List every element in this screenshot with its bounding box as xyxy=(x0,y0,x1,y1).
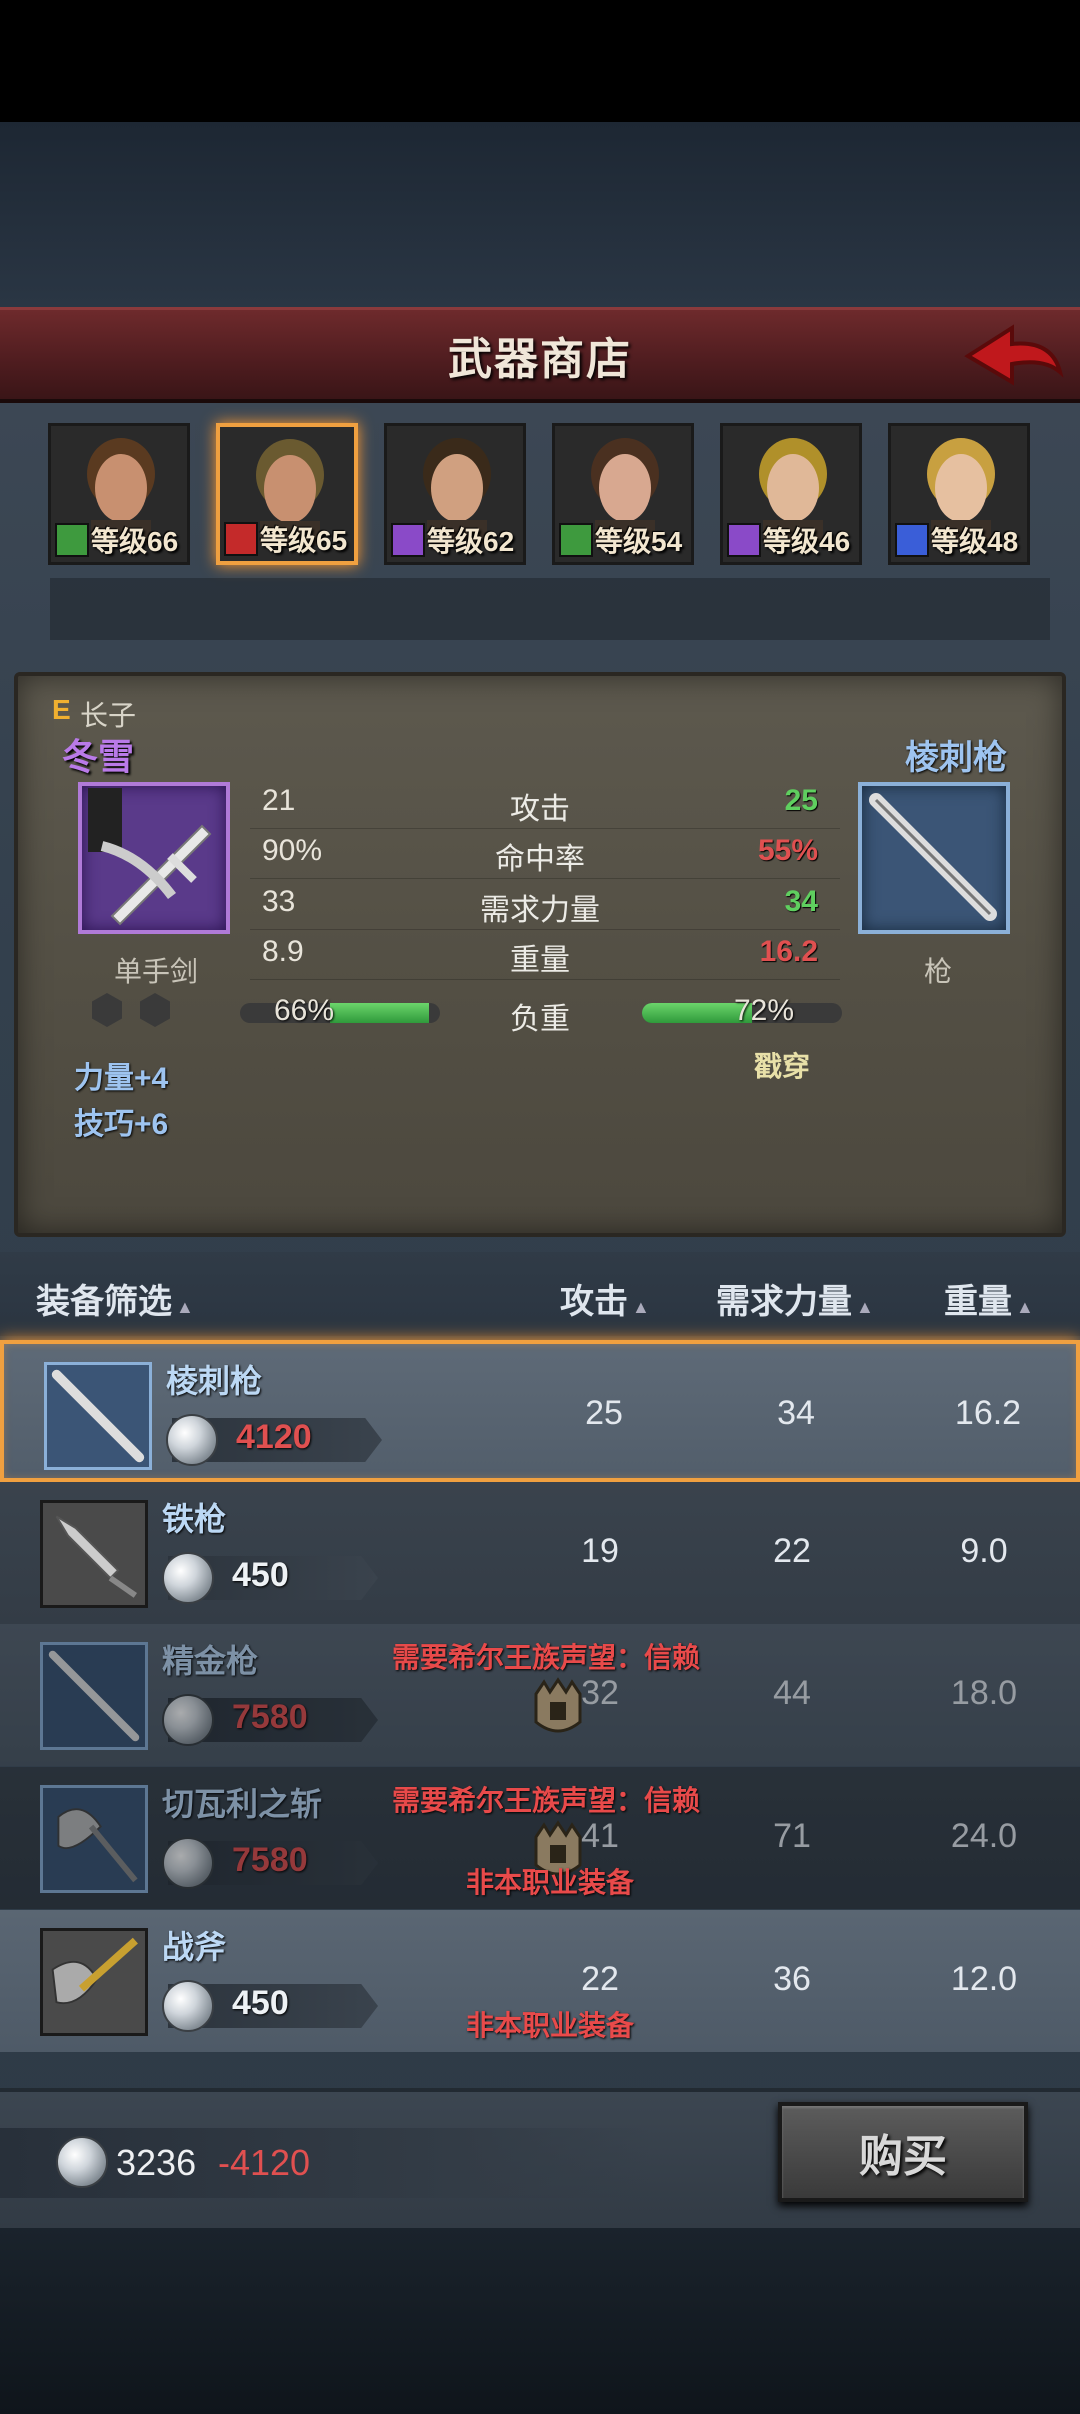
title-bar: 武器商店 xyxy=(0,307,1080,403)
horse-icon xyxy=(224,522,258,556)
weight-sort[interactable]: 重量 ▲ xyxy=(944,1274,1034,1323)
class-warning: 非本职业装备 xyxy=(466,1867,635,1898)
new-stat-value: 55% xyxy=(757,834,818,867)
silver-coin-icon xyxy=(162,1980,214,2032)
gold-amount: 3236 xyxy=(116,2142,197,2183)
party-portraits: 等级66 等级65 等级62 等级54 等级46 等级48 xyxy=(48,423,1038,568)
sword-icon xyxy=(895,523,929,557)
requirement-text: 需要希尔王族声望：信赖 xyxy=(392,1785,701,1816)
shop-item-row[interactable]: 精金枪 7580 32 44 18.0 需要希尔王族声望：信赖 xyxy=(0,1624,1080,1766)
party-member-2[interactable]: 等级65 xyxy=(216,423,358,565)
shop-item-row[interactable]: 棱刺枪 4120 25 34 16.2 xyxy=(0,1340,1080,1482)
current-stat-value: 33 xyxy=(262,885,296,918)
item-name: 战斧 xyxy=(162,1929,227,1965)
stat-divider xyxy=(250,979,840,980)
new-stat-value: 34 xyxy=(784,885,818,918)
status-bar-area xyxy=(0,0,1080,122)
item-name: 铁枪 xyxy=(162,1501,227,1537)
stat-label: 命中率 xyxy=(495,843,585,876)
current-stat-value: 90% xyxy=(262,834,323,867)
background-top xyxy=(0,122,1080,307)
stat-divider xyxy=(250,828,840,829)
item-price: 4120 xyxy=(236,1418,312,1456)
current-stat-value: 8.9 xyxy=(262,935,304,968)
item-str-req: 36 xyxy=(773,1960,811,1998)
portrait-strip xyxy=(50,578,1050,640)
party-member-5[interactable]: 等级46 xyxy=(720,423,862,565)
new-weapon-type: 枪 xyxy=(923,956,952,987)
class-warning: 非本职业装备 xyxy=(466,2010,635,2041)
weapon-icon xyxy=(40,1500,148,1608)
staff-icon xyxy=(727,523,761,557)
silver-coin-icon xyxy=(166,1414,218,1466)
current-load-value: 66% xyxy=(274,994,335,1027)
current-weapon-slot[interactable] xyxy=(78,782,230,934)
sword-banner-icon xyxy=(88,788,212,926)
new-stat-value: 25 xyxy=(784,784,818,817)
spear-icon xyxy=(869,793,997,921)
item-attack: 25 xyxy=(585,1394,623,1432)
page-title: 武器商店 xyxy=(448,334,632,384)
rank-badge: E xyxy=(52,694,71,725)
gold-display: 3236 -4120 xyxy=(0,2128,650,2198)
str-req-sort[interactable]: 需求力量 ▲ xyxy=(716,1274,874,1323)
bonus-strength: 力量+4 xyxy=(74,1062,169,1095)
back-arrow-icon[interactable] xyxy=(960,318,1070,398)
lock-icon xyxy=(534,1677,582,1733)
current-weapon-type: 单手剑 xyxy=(113,956,198,987)
party-member-6[interactable]: 等级48 xyxy=(888,423,1030,565)
character-name: 冬雪 xyxy=(62,736,135,777)
bottom-area xyxy=(0,2228,1080,2414)
new-load-value: 72% xyxy=(734,994,795,1027)
bow-icon xyxy=(55,523,89,557)
attack-sort[interactable]: 攻击 ▲ xyxy=(560,1274,650,1323)
party-member-4[interactable]: 等级54 xyxy=(552,423,694,565)
item-weight: 12.0 xyxy=(950,1960,1018,1998)
stat-label: 需求力量 xyxy=(480,894,600,927)
item-name: 棱刺枪 xyxy=(166,1363,263,1399)
load-label: 负重 xyxy=(510,1003,570,1036)
stat-label: 重量 xyxy=(510,944,570,977)
stat-label: 攻击 xyxy=(510,793,570,826)
party-member-1[interactable]: 等级66 xyxy=(48,423,190,565)
stat-divider xyxy=(250,878,840,879)
level-text: 等级54 xyxy=(595,526,683,557)
item-attack: 19 xyxy=(581,1532,619,1570)
filter-sort[interactable]: 装备筛选 ▲ xyxy=(36,1274,194,1323)
weapon-icon xyxy=(40,1928,148,2036)
item-str-req: 22 xyxy=(773,1532,811,1570)
shop-item-row[interactable]: 切瓦利之斩 7580 41 71 24.0 需要希尔王族声望：信赖 非本职业装备 xyxy=(0,1767,1080,1909)
silver-coin-icon xyxy=(162,1552,214,1604)
damage-type: 戳穿 xyxy=(754,1051,811,1082)
weapon-icon xyxy=(44,1362,152,1470)
item-price: 450 xyxy=(232,1984,289,2022)
bow-icon xyxy=(559,523,593,557)
level-text: 等级46 xyxy=(763,526,851,557)
buy-button[interactable]: 购买 xyxy=(778,2102,1028,2202)
new-weapon-slot[interactable] xyxy=(858,782,1010,934)
new-stat-value: 16.2 xyxy=(759,935,818,968)
shop-item-row[interactable]: 铁枪 450 19 22 9.0 xyxy=(0,1482,1080,1624)
current-load-bar xyxy=(240,1003,440,1023)
stat-divider xyxy=(250,929,840,930)
item-weight: 16.2 xyxy=(954,1394,1022,1432)
silver-coin-icon xyxy=(56,2136,108,2188)
list-header: 装备筛选 ▲ 攻击 ▲ 需求力量 ▲ 重量 ▲ xyxy=(0,1252,1080,1336)
gold-cost: -4120 xyxy=(218,2142,311,2183)
shop-item-row[interactable]: 战斧 450 22 36 12.0 非本职业装备 xyxy=(0,1910,1080,2052)
level-text: 等级62 xyxy=(427,526,515,557)
item-price: 450 xyxy=(232,1556,289,1594)
bonus-skill: 技巧+6 xyxy=(74,1108,169,1141)
current-stat-value: 21 xyxy=(262,784,296,817)
level-text: 等级48 xyxy=(931,526,1019,557)
staff-icon xyxy=(391,523,425,557)
item-weight: 9.0 xyxy=(960,1532,1008,1570)
requirement-text: 需要希尔王族声望：信赖 xyxy=(392,1642,701,1673)
item-attack: 22 xyxy=(581,1960,619,1998)
new-weapon-name: 棱刺枪 xyxy=(905,739,1007,777)
item-str-req: 34 xyxy=(777,1394,815,1432)
level-text: 等级66 xyxy=(91,526,179,557)
level-text: 等级65 xyxy=(260,525,348,556)
party-member-3[interactable]: 等级62 xyxy=(384,423,526,565)
